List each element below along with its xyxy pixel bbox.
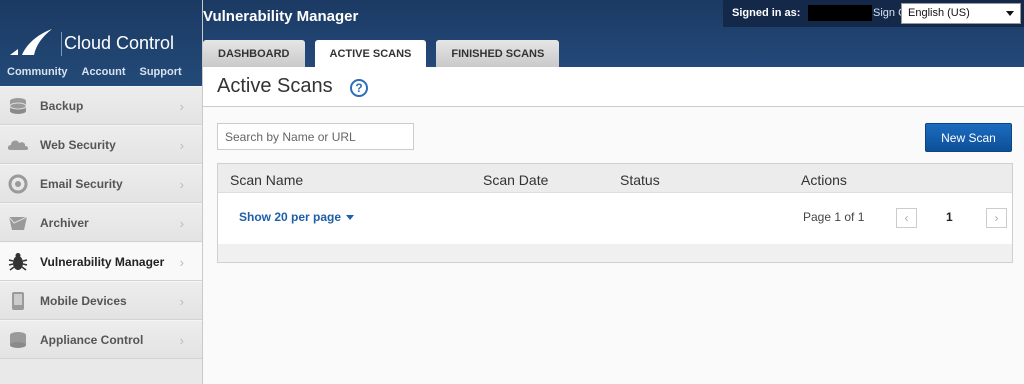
main-content: Active Scans ? New Scan Scan Name Scan D… xyxy=(203,67,1024,384)
support-link[interactable]: Support xyxy=(140,66,182,78)
column-status[interactable]: Status xyxy=(620,172,660,188)
page-info: Page 1 of 1 xyxy=(803,210,865,224)
signin-bar: Signed in as: Sign Out English (US) xyxy=(723,0,1024,27)
sidebar-item-backup[interactable]: Backup › xyxy=(0,86,202,125)
language-select[interactable]: English (US) xyxy=(901,3,1021,24)
chevron-right-icon: › xyxy=(179,216,184,231)
pagination-row: Show 20 per page Page 1 of 1 ‹ 1 › xyxy=(218,193,1012,244)
next-page-button[interactable]: › xyxy=(986,208,1007,228)
tab-finished-scans[interactable]: FINISHED SCANS xyxy=(436,40,560,67)
brand-name: Cloud Control xyxy=(64,33,175,53)
sidebar-item-label: Backup xyxy=(40,98,84,113)
scans-table: Scan Name Scan Date Status Actions Show … xyxy=(217,163,1013,263)
backup-icon xyxy=(7,95,29,117)
page-header: Active Scans ? xyxy=(203,67,1024,107)
chevron-right-icon: › xyxy=(179,333,184,348)
tab-bar: DASHBOARD ACTIVE SCANS FINISHED SCANS xyxy=(203,40,569,67)
mobile-icon xyxy=(7,290,29,312)
tab-active-scans[interactable]: ACTIVE SCANS xyxy=(314,40,427,67)
archiver-icon xyxy=(7,212,29,234)
sidebar-item-label: Vulnerability Manager xyxy=(40,254,165,269)
redacted-username xyxy=(808,5,872,21)
help-icon[interactable]: ? xyxy=(350,79,368,97)
top-bar: Vulnerability Manager Signed in as: Sign… xyxy=(203,0,1024,67)
sidebar-item-label: Archiver xyxy=(40,215,89,230)
bug-icon xyxy=(7,251,29,273)
chevron-right-icon: › xyxy=(179,177,184,192)
search-input[interactable] xyxy=(217,123,414,150)
sidebar-item-mobile-devices[interactable]: Mobile Devices › xyxy=(0,281,202,320)
appliance-icon xyxy=(7,329,29,351)
chevron-right-icon: › xyxy=(179,99,184,114)
table-header: Scan Name Scan Date Status Actions xyxy=(218,164,1012,193)
tab-dashboard[interactable]: DASHBOARD xyxy=(203,40,305,67)
per-page-dropdown[interactable]: Show 20 per page xyxy=(239,210,355,224)
chevron-right-icon: › xyxy=(179,294,184,309)
sidebar-item-label: Email Security xyxy=(40,176,123,191)
email-security-icon xyxy=(7,173,29,195)
sidebar-item-email-security[interactable]: Email Security › xyxy=(0,164,202,203)
per-page-label: Show 20 per page xyxy=(239,210,342,224)
sidebar-item-label: Appliance Control xyxy=(40,332,144,347)
dropdown-arrow-icon xyxy=(1006,11,1014,16)
sidebar-item-label: Mobile Devices xyxy=(40,293,127,308)
sidebar-item-label: Web Security xyxy=(40,137,116,152)
web-security-icon xyxy=(7,134,29,156)
signed-in-label: Signed in as: xyxy=(732,7,801,19)
language-value: English (US) xyxy=(908,7,970,19)
new-scan-button[interactable]: New Scan xyxy=(925,123,1012,152)
app-title: Vulnerability Manager xyxy=(203,8,359,25)
column-actions: Actions xyxy=(801,172,847,188)
chevron-right-icon: › xyxy=(179,138,184,153)
sidebar-item-archiver[interactable]: Archiver › xyxy=(0,203,202,242)
prev-page-button[interactable]: ‹ xyxy=(896,208,917,228)
chevron-right-icon: › xyxy=(179,255,184,270)
account-link[interactable]: Account xyxy=(82,66,126,78)
caret-down-icon xyxy=(346,215,355,221)
column-scan-name[interactable]: Scan Name xyxy=(230,172,303,188)
sidebar-item-appliance-control[interactable]: Appliance Control › xyxy=(0,320,202,359)
sidebar-item-web-security[interactable]: Web Security › xyxy=(0,125,202,164)
sidebar-item-vulnerability-manager[interactable]: Vulnerability Manager › xyxy=(0,242,202,281)
brand-divider xyxy=(61,32,62,56)
column-scan-date[interactable]: Scan Date xyxy=(483,172,548,188)
brand-header: Cloud Control Community Account Support xyxy=(0,0,202,86)
page-title: Active Scans xyxy=(217,75,333,97)
current-page: 1 xyxy=(946,210,953,224)
brand-links: Community Account Support xyxy=(7,66,182,78)
community-link[interactable]: Community xyxy=(7,66,68,78)
sidebar: Cloud Control Community Account Support … xyxy=(0,0,203,384)
logo-icon xyxy=(10,29,52,55)
